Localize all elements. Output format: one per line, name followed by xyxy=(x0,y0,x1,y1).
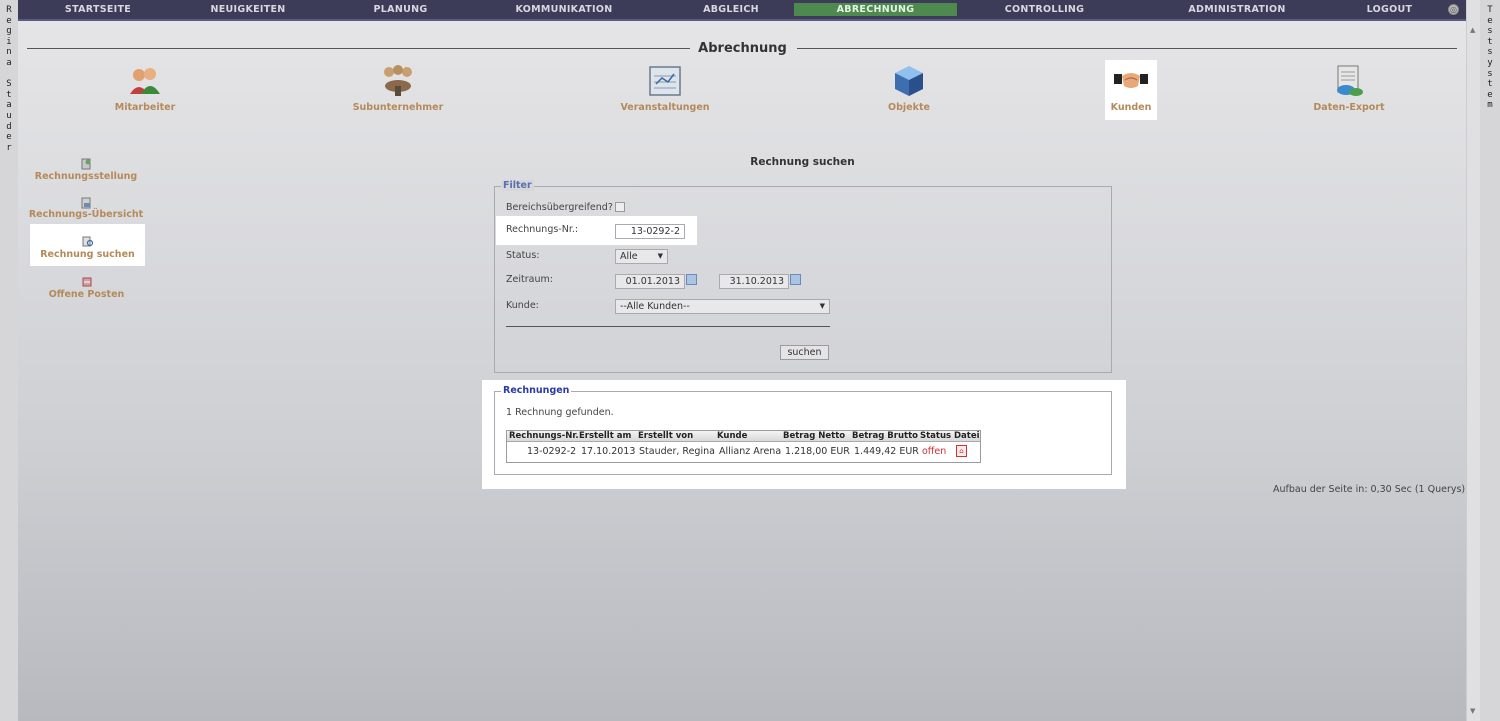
column-header[interactable]: Status xyxy=(920,431,951,442)
subnav-rechnung-suchen[interactable]: Rechnung suchen xyxy=(30,224,145,266)
module-objekte[interactable]: Objekte xyxy=(868,60,950,120)
column-header[interactable]: Erstellt von xyxy=(638,431,693,442)
invoice-overview-icon xyxy=(81,197,91,209)
chevron-down-icon: ▼ xyxy=(657,252,663,260)
handshake-icon xyxy=(1114,73,1148,88)
nr-label: Rechnungs-Nr.: xyxy=(506,224,579,235)
nav-abrechnung[interactable]: ABRECHNUNG xyxy=(794,3,957,16)
calendar-icon[interactable] xyxy=(790,274,801,285)
nav-abgleich[interactable]: ABGLEICH xyxy=(645,0,817,19)
status-label: Status: xyxy=(506,250,540,261)
column-header[interactable]: Rechnungs-Nr. xyxy=(509,431,579,442)
results-table: Rechnungs-Nr. Erstellt am Erstellt von K… xyxy=(506,430,981,463)
subnav-rechnungs-uebersicht[interactable]: Rechnungs-Übersicht xyxy=(28,195,144,225)
group-icon xyxy=(384,65,412,96)
nav-kommunikation[interactable]: KOMMUNIKATION xyxy=(483,0,645,19)
nav-controlling[interactable]: CONTROLLING xyxy=(957,0,1132,19)
column-header[interactable]: Betrag Netto xyxy=(783,431,845,442)
cell-nr[interactable]: 13-0292-2 xyxy=(527,446,576,458)
section-title: Rechnung suchen xyxy=(750,156,855,168)
calendar-board-icon xyxy=(649,66,681,96)
title-rule-right xyxy=(797,48,1457,49)
bereich-checkbox[interactable] xyxy=(615,202,625,212)
cell-by: Stauder, Regina xyxy=(639,446,715,457)
nav-neuigkeiten[interactable]: NEUIGKEITEN xyxy=(178,0,318,19)
open-items-icon xyxy=(82,277,91,287)
nav-logout[interactable]: LOGOUT xyxy=(1342,0,1437,19)
nav-planung[interactable]: PLANUNG xyxy=(318,0,483,19)
cell-kunde: Allianz Arena xyxy=(719,446,782,457)
globe-icon[interactable]: ◎ xyxy=(1448,4,1459,15)
module-daten-export[interactable]: Daten-Export xyxy=(1304,60,1394,120)
kunde-select[interactable]: --Alle Kunden-- ▼ xyxy=(615,299,830,314)
results-legend: Rechnungen xyxy=(501,385,572,396)
search-button[interactable]: suchen xyxy=(780,345,829,360)
zeitraum-label: Zeitraum: xyxy=(506,274,553,285)
scroll-up-icon[interactable]: ▲ xyxy=(1470,26,1475,34)
top-navigation: STARTSEITE NEUIGKEITEN PLANUNG KOMMUNIKA… xyxy=(18,0,1466,21)
calendar-icon[interactable] xyxy=(686,274,697,285)
page-build-time: Aufbau der Seite in: 0,30 Sec (1 Querys) xyxy=(1273,484,1466,495)
module-veranstaltungen[interactable]: Veranstaltungen xyxy=(614,60,716,120)
chevron-down-icon: ▼ xyxy=(819,302,825,310)
cube-icon xyxy=(895,66,923,96)
filter-divider xyxy=(506,326,830,327)
bereich-label: Bereichsübergreifend? xyxy=(506,202,613,213)
scroll-down-icon[interactable]: ▼ xyxy=(1470,707,1475,715)
results-count: 1 Rechnung gefunden. xyxy=(506,407,614,418)
date-to-input[interactable]: 31.10.2013 xyxy=(719,274,789,289)
scrollbar[interactable]: ▲ ▼ xyxy=(1466,0,1480,721)
module-mitarbeiter[interactable]: Mitarbeiter xyxy=(95,60,195,120)
subnav-offene-posten[interactable]: Offene Posten xyxy=(40,274,133,304)
cell-date: 17.10.2013 xyxy=(581,446,636,457)
column-header[interactable]: Erstellt am xyxy=(579,431,631,442)
cell-brutto: 1.449,42 EUR xyxy=(854,446,919,457)
status-select[interactable]: Alle ▼ xyxy=(615,249,668,264)
module-subunternehmer[interactable]: Subunternehmer xyxy=(345,60,451,120)
column-header[interactable]: Betrag Brutto xyxy=(852,431,918,442)
user-name-vertical: Regina Stauder xyxy=(0,0,18,721)
nav-administration[interactable]: ADMINISTRATION xyxy=(1132,0,1342,19)
module-kunden[interactable]: Kunden xyxy=(1105,60,1157,120)
system-name-vertical: Testsystem xyxy=(1480,0,1500,721)
date-from-input[interactable]: 01.01.2013 xyxy=(615,274,685,289)
table-header: Rechnungs-Nr. Erstellt am Erstellt von K… xyxy=(507,431,980,442)
column-header[interactable]: Kunde xyxy=(717,431,747,442)
page-title: Abrechnung xyxy=(698,41,787,56)
rechnungs-nr-input[interactable]: 13-0292-2 xyxy=(615,224,685,239)
nav-startseite[interactable]: STARTSEITE xyxy=(18,0,178,19)
filter-legend: Filter xyxy=(501,180,534,191)
data-export-icon xyxy=(1337,65,1363,96)
people-icon xyxy=(130,68,160,94)
cell-netto: 1.218,00 EUR xyxy=(785,446,850,457)
title-rule-left xyxy=(27,48,690,49)
invoice-search-icon xyxy=(82,236,93,247)
kunde-select-value: --Alle Kunden-- xyxy=(620,301,690,312)
subnav-rechnungsstellung[interactable]: Rechnungsstellung xyxy=(30,155,142,187)
status-select-value: Alle xyxy=(620,251,638,262)
status-badge: offen xyxy=(922,446,947,457)
column-header[interactable]: Datei xyxy=(954,431,980,442)
pdf-icon[interactable]: ⌂ xyxy=(956,445,967,457)
invoice-create-icon xyxy=(81,158,91,170)
kunde-label: Kunde: xyxy=(506,300,539,311)
